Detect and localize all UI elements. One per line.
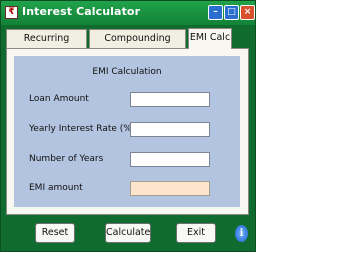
emi-calc-panel: EMI Calculation Loan Amount Yearly Inter… (6, 48, 249, 215)
tab-emi-calc[interactable]: EMI Calc (188, 28, 232, 49)
interest-calculator-window: ₹ Interest Calculator – □ × Recurring De… (0, 0, 256, 252)
years-label: Number of Years (29, 154, 104, 164)
minimize-button[interactable]: – (208, 5, 223, 20)
emi-heading: EMI Calculation (92, 67, 162, 77)
interest-rate-input[interactable] (130, 122, 210, 137)
emi-form-area: EMI Calculation Loan Amount Yearly Inter… (14, 56, 240, 207)
calculate-button[interactable]: Calculate (105, 223, 151, 243)
maximize-button[interactable]: □ (224, 5, 239, 20)
window-title: Interest Calculator (22, 5, 141, 18)
emi-amount-output (130, 181, 210, 196)
exit-button[interactable]: Exit (176, 223, 216, 243)
reset-button[interactable]: Reset (35, 223, 75, 243)
tab-compounding-interest[interactable]: Compounding Interest (89, 29, 186, 61)
info-icon[interactable]: i (235, 225, 248, 242)
tab-recurring-deposit[interactable]: Recurring Deposit (6, 29, 87, 61)
years-input[interactable] (130, 152, 210, 167)
loan-amount-input[interactable] (130, 92, 210, 107)
app-icon: ₹ (5, 6, 18, 19)
loan-amount-label: Loan Amount (29, 94, 89, 104)
interest-rate-label: Yearly Interest Rate (%) (29, 124, 136, 134)
close-button[interactable]: × (240, 5, 255, 20)
emi-amount-label: EMI amount (29, 183, 83, 193)
title-bar[interactable]: ₹ Interest Calculator – □ × (1, 1, 255, 25)
